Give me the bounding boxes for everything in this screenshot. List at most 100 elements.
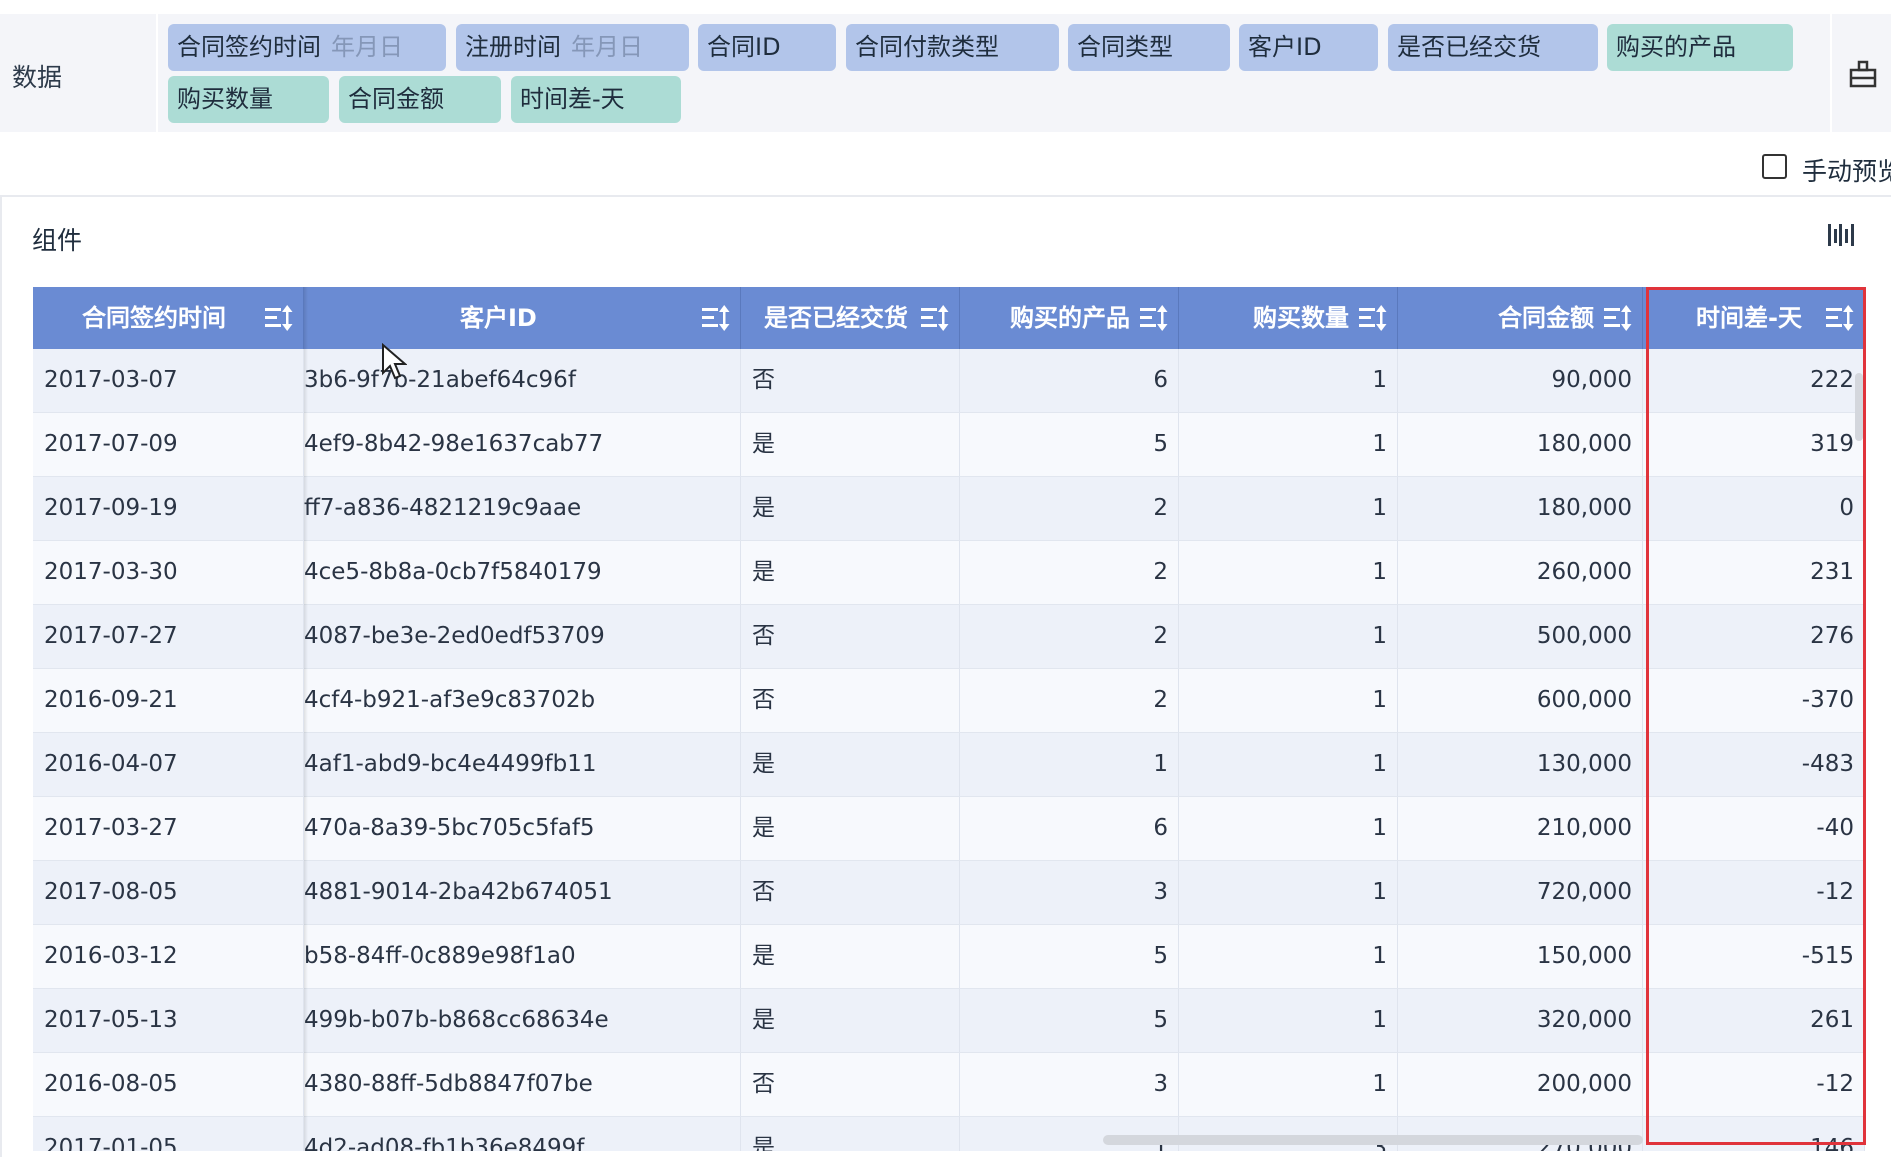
export-icon[interactable] <box>1848 60 1878 88</box>
table-cell: 222 <box>1643 349 1865 412</box>
sort-icon[interactable] <box>264 304 294 332</box>
table-cell: 270,000 <box>1398 1117 1643 1151</box>
table-cell-value: 2016-04-07 <box>44 751 178 777</box>
table-cell: 否 <box>741 669 960 732</box>
table-cell: 720,000 <box>1398 861 1643 924</box>
table-cell: 600,000 <box>1398 669 1643 732</box>
column-header[interactable]: 是否已经交货 <box>741 287 960 349</box>
table-cell-value: 2017-07-09 <box>44 431 178 457</box>
table-cell-value: 是 <box>752 431 775 457</box>
field-chip-label: 合同签约时间 <box>177 33 321 61</box>
mouse-cursor-icon <box>382 343 407 380</box>
table-cell: 2 <box>960 541 1179 604</box>
table-cell-value: 276 <box>1810 623 1854 649</box>
sort-icon[interactable] <box>1825 304 1855 332</box>
table-cell: -12 <box>1643 1053 1865 1116</box>
column-header-label: 购买数量 <box>1253 304 1349 332</box>
table-cell-value: 90,000 <box>1551 367 1632 393</box>
vertical-scrollbar[interactable] <box>1855 373 1863 441</box>
field-chip[interactable]: 合同付款类型 <box>846 24 1059 71</box>
table-cell: 2017-01-05 <box>33 1117 304 1151</box>
barcode-icon[interactable] <box>1827 222 1855 248</box>
field-chip[interactable]: 合同金额 <box>339 76 501 123</box>
table-cell-value: -12 <box>1816 879 1854 905</box>
sort-icon[interactable] <box>1603 304 1633 332</box>
table-cell: 4380-88ff-5db8847f07be <box>304 1053 741 1116</box>
table-cell-value: 2016-08-05 <box>44 1071 178 1097</box>
table-cell: 5 <box>960 413 1179 476</box>
field-chip[interactable]: 注册时间 年月日 <box>456 24 689 71</box>
table-cell: 1 <box>1179 477 1398 540</box>
table-cell: 是 <box>741 797 960 860</box>
column-header-label: 是否已经交货 <box>764 304 908 332</box>
table-cell: 是 <box>741 1117 960 1151</box>
table-cell: 319 <box>1643 413 1865 476</box>
table-cell: 276 <box>1643 605 1865 668</box>
table-cell: 1 <box>1179 413 1398 476</box>
column-header[interactable]: 购买数量 <box>1179 287 1398 349</box>
field-chip[interactable]: 购买数量 <box>168 76 329 123</box>
table-cell-value: 2017-03-07 <box>44 367 178 393</box>
column-header[interactable]: 客户ID <box>304 287 741 349</box>
table-cell: 4cf4-b921-af3e9c83702b <box>304 669 741 732</box>
table-cell: 4d2-ad08-fb1b36e8499f <box>304 1117 741 1151</box>
table-cell-value: 2017-03-30 <box>44 559 178 585</box>
table-cell-value: 319 <box>1810 431 1854 457</box>
table-cell-value: 2 <box>1153 623 1168 649</box>
table-cell-value: 4380-88ff-5db8847f07be <box>304 1071 593 1097</box>
table-cell-value: 4cf4-b921-af3e9c83702b <box>304 687 596 713</box>
field-chip[interactable]: 购买的产品 <box>1607 24 1793 71</box>
manual-preview-checkbox[interactable] <box>1762 154 1787 179</box>
table-cell: 4ce5-8b8a-0cb7f5840179 <box>304 541 741 604</box>
field-chip[interactable]: 是否已经交货 <box>1388 24 1598 71</box>
field-chip-granularity[interactable]: 年月日 <box>331 33 403 61</box>
table-cell-value: 是 <box>752 1135 775 1151</box>
table-cell: 261 <box>1643 989 1865 1052</box>
table-cell-value: 222 <box>1810 367 1854 393</box>
table-cell: b58-84ff-0c889e98f1a0 <box>304 925 741 988</box>
table-cell-value: -12 <box>1816 1071 1854 1097</box>
frozen-column-shadow <box>304 287 308 1151</box>
table-cell: 是 <box>741 413 960 476</box>
field-chip[interactable]: 客户ID <box>1239 24 1378 71</box>
table-cell: 1 <box>1179 733 1398 796</box>
table-cell-value: 5 <box>1153 943 1168 969</box>
field-chip-granularity[interactable]: 年月日 <box>571 33 643 61</box>
field-chip[interactable]: 时间差-天 <box>511 76 681 123</box>
table-cell-value: ff7-a836-4821219c9aae <box>304 495 582 521</box>
sort-icon[interactable] <box>701 304 731 332</box>
table-cell: 130,000 <box>1398 733 1643 796</box>
table-cell: 200,000 <box>1398 1053 1643 1116</box>
table-cell: -483 <box>1643 733 1865 796</box>
table-cell-value: 150,000 <box>1536 943 1632 969</box>
table-cell: 是 <box>741 989 960 1052</box>
field-chip[interactable]: 合同ID <box>698 24 836 71</box>
table-cell: 2016-04-07 <box>33 733 304 796</box>
column-header[interactable]: 时间差-天 <box>1643 287 1865 349</box>
table-cell-value: 1 <box>1372 1071 1387 1097</box>
table-cell: 2017-03-27 <box>33 797 304 860</box>
table-cell-value: 200,000 <box>1536 1071 1632 1097</box>
table-cell-value: 130,000 <box>1536 751 1632 777</box>
table-cell-value: 231 <box>1810 559 1854 585</box>
table-cell: 1 <box>1179 989 1398 1052</box>
table-cell: 否 <box>741 349 960 412</box>
horizontal-scrollbar[interactable] <box>1103 1135 1643 1145</box>
column-header[interactable]: 合同签约时间 <box>33 287 304 349</box>
table-cell-value: 1 <box>1372 431 1387 457</box>
field-chip[interactable]: 合同类型 <box>1068 24 1230 71</box>
table-cell: 5 <box>960 989 1179 1052</box>
column-header[interactable]: 购买的产品 <box>960 287 1179 349</box>
table-cell-value: 2016-03-12 <box>44 943 178 969</box>
sort-icon[interactable] <box>1139 304 1169 332</box>
table-cell: 3 <box>1179 1117 1398 1151</box>
table-cell: 1 <box>1179 797 1398 860</box>
sort-icon[interactable] <box>920 304 950 332</box>
sort-icon[interactable] <box>1358 304 1388 332</box>
table-cell-value: 0 <box>1839 495 1854 521</box>
table-cell: 2017-05-13 <box>33 989 304 1052</box>
table-cell-value: -483 <box>1801 751 1854 777</box>
column-header-label: 客户ID <box>460 304 537 332</box>
field-chip[interactable]: 合同签约时间 年月日 <box>168 24 446 71</box>
column-header[interactable]: 合同金额 <box>1398 287 1643 349</box>
